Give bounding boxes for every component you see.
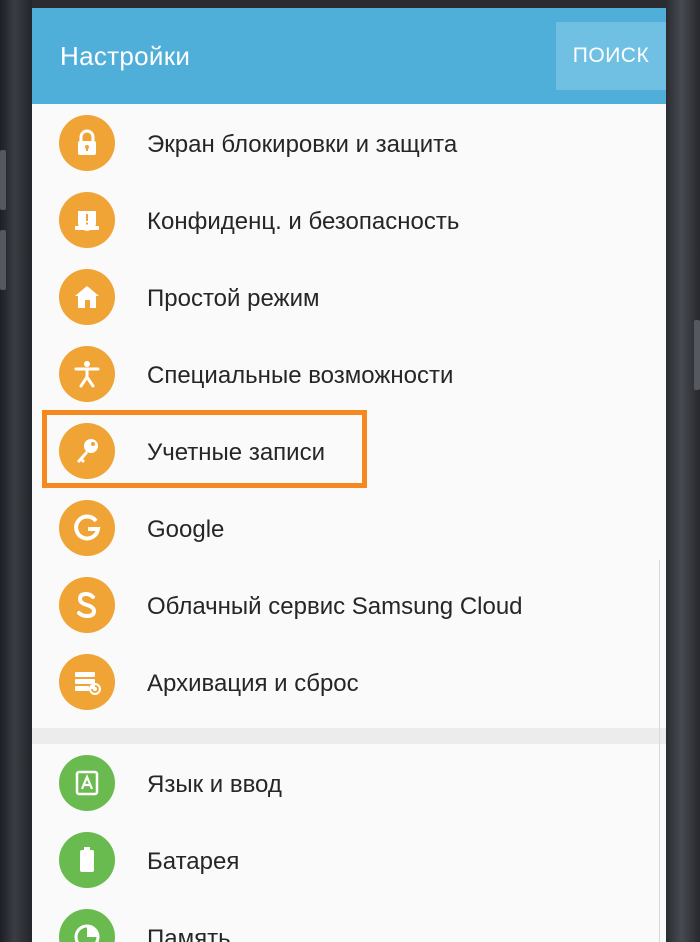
- search-button[interactable]: ПОИСК: [556, 22, 666, 90]
- settings-item-samsung-cloud[interactable]: Облачный сервис Samsung Cloud: [32, 566, 666, 643]
- settings-item-label: Облачный сервис Samsung Cloud: [147, 593, 523, 620]
- screen-edge-curve: [659, 560, 666, 942]
- lock-icon: [59, 115, 115, 171]
- highlight-box: [42, 410, 367, 488]
- volume-button-2: [0, 230, 6, 290]
- settings-item-label: Экран блокировки и защита: [147, 131, 458, 158]
- settings-item-lock-screen[interactable]: Экран блокировки и защита: [32, 104, 666, 181]
- storage-icon: [59, 909, 115, 942]
- easy-home-icon: [59, 269, 115, 325]
- power-button: [694, 320, 700, 390]
- settings-item-label: Google: [147, 516, 225, 543]
- volume-button: [0, 150, 6, 210]
- page-title: Настройки: [60, 41, 191, 71]
- samsung-cloud-icon: [59, 577, 115, 633]
- battery-icon: [59, 832, 115, 888]
- app-bar: Настройки ПОИСК: [32, 8, 666, 104]
- settings-item-backup-reset[interactable]: Архивация и сброс: [32, 643, 666, 720]
- phone-frame-right: [666, 0, 700, 942]
- accessibility-icon: [59, 346, 115, 402]
- settings-item-label: Специальные возможности: [147, 362, 454, 389]
- shield-icon: [59, 192, 115, 248]
- settings-item-battery[interactable]: Батарея: [32, 821, 666, 898]
- language-icon: [59, 755, 115, 811]
- google-icon: [59, 500, 115, 556]
- settings-item-storage[interactable]: Память: [32, 898, 666, 942]
- settings-item-google[interactable]: Google: [32, 489, 666, 566]
- backup-reset-icon: [59, 654, 115, 710]
- settings-item-label: Простой режим: [147, 285, 320, 312]
- phone-frame-left: [0, 0, 32, 942]
- settings-item-label: Батарея: [147, 848, 240, 875]
- phone-frame-top: [0, 0, 700, 8]
- settings-item-label: Память: [147, 925, 231, 942]
- settings-item-easy-mode[interactable]: Простой режим: [32, 258, 666, 335]
- settings-item-label: Конфиденц. и безопасность: [147, 208, 460, 235]
- settings-item-label: Архивация и сброс: [147, 670, 359, 697]
- phone-screen: Настройки ПОИСК Экран блокировки и защит…: [32, 8, 666, 942]
- settings-item-privacy[interactable]: Конфиденц. и безопасность: [32, 181, 666, 258]
- settings-item-accessibility[interactable]: Специальные возможности: [32, 335, 666, 412]
- settings-item-label: Язык и ввод: [147, 771, 282, 798]
- section-divider: [32, 728, 666, 744]
- settings-item-language-input[interactable]: Язык и ввод: [32, 744, 666, 821]
